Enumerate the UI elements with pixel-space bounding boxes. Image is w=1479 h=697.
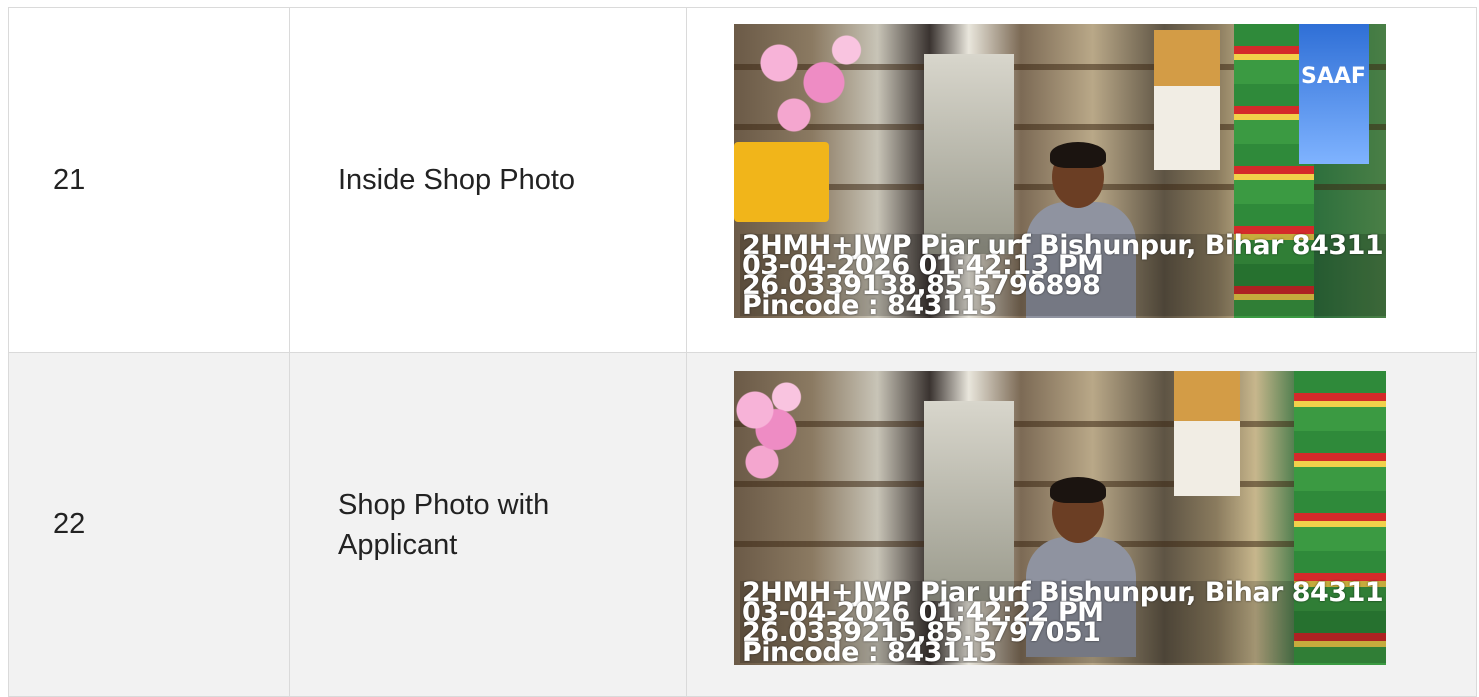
row-label: Inside Shop Photo bbox=[289, 7, 687, 353]
shop-aisle bbox=[924, 401, 1014, 601]
wall-calendar bbox=[1154, 30, 1220, 170]
wall-calendar bbox=[1174, 371, 1240, 496]
photo-table: 21 Inside Shop Photo SAAF 2HMH+JWP Pjar … bbox=[8, 7, 1477, 697]
shop-aisle bbox=[924, 54, 1014, 254]
table-row: 22 Shop Photo with Applicant 2HMH+JWP Pj… bbox=[8, 352, 1477, 697]
row-label: Shop Photo with Applicant bbox=[289, 352, 687, 697]
row-label-line2: Applicant bbox=[338, 528, 458, 561]
geo-stamp: 2HMH+JWP Pjar urf Bishunpur, Bihar 84311… bbox=[740, 579, 1386, 665]
table-row: 21 Inside Shop Photo SAAF 2HMH+JWP Pjar … bbox=[8, 7, 1477, 353]
saaf-sign: SAAF bbox=[1299, 24, 1369, 164]
photo-cell: 2HMH+JWP Pjar urf Bishunpur, Bihar 84311… bbox=[686, 352, 1477, 697]
row-label-line1: Shop Photo with bbox=[338, 488, 550, 521]
shop-photo-with-applicant: 2HMH+JWP Pjar urf Bishunpur, Bihar 84311… bbox=[734, 371, 1386, 665]
yellow-object bbox=[734, 142, 829, 222]
document-table-wrapper: 21 Inside Shop Photo SAAF 2HMH+JWP Pjar … bbox=[8, 7, 1477, 697]
photo-cell: SAAF 2HMH+JWP Pjar urf Bishunpur, Bihar … bbox=[686, 7, 1477, 353]
pink-flowers bbox=[734, 24, 884, 154]
row-number: 21 bbox=[8, 7, 290, 353]
row-number: 22 bbox=[8, 352, 290, 697]
geo-stamp: 2HMH+JWP Pjar urf Bishunpur, Bihar 84311… bbox=[740, 232, 1386, 318]
pink-flowers bbox=[734, 371, 804, 501]
inside-shop-photo: SAAF 2HMH+JWP Pjar urf Bishunpur, Bihar … bbox=[734, 24, 1386, 318]
